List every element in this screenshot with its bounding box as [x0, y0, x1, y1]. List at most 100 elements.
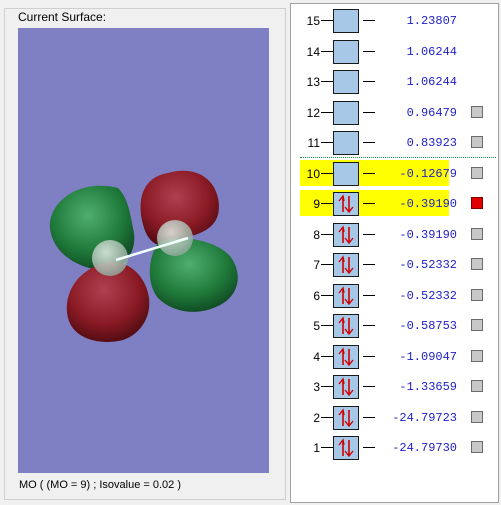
level-line-right — [363, 234, 375, 235]
mo-select-indicator[interactable] — [471, 350, 483, 362]
orbital-box-occupied[interactable] — [333, 375, 359, 399]
orbital-render — [49, 170, 238, 342]
mo-select-indicator[interactable] — [471, 258, 483, 270]
orbital-box-occupied[interactable] — [333, 314, 359, 338]
mo-row-8[interactable]: 8 -0.39190 — [291, 223, 500, 247]
mo-row-14[interactable]: 14 1.06244 — [291, 40, 500, 64]
mo-row-11[interactable]: 11 0.83923 — [291, 131, 500, 155]
level-line-right — [363, 203, 375, 204]
level-line-left — [321, 447, 333, 448]
mo-number: 13 — [306, 75, 320, 89]
orbital-box-empty[interactable] — [333, 40, 359, 64]
orbital-box-occupied[interactable] — [333, 406, 359, 430]
mo-number: 6 — [313, 289, 320, 303]
mo-row-12[interactable]: 12 0.96479 — [291, 101, 500, 125]
mo-energy: 0.83923 — [406, 136, 457, 150]
mo-select-indicator-active[interactable] — [471, 197, 483, 209]
mo-select-indicator[interactable] — [471, 380, 483, 392]
orbital-box-occupied[interactable] — [333, 253, 359, 277]
mo-number: 14 — [306, 45, 320, 59]
mo-select-indicator[interactable] — [471, 411, 483, 423]
orbital-box-empty[interactable] — [333, 101, 359, 125]
level-line-left — [321, 173, 333, 174]
mo-row-15[interactable]: 15 1.23807 — [291, 9, 500, 33]
level-line-left — [321, 264, 333, 265]
mo-select-indicator[interactable] — [471, 167, 483, 179]
level-line-right — [363, 51, 375, 52]
mo-number: 15 — [306, 14, 320, 28]
mo-number: 9 — [313, 197, 320, 211]
level-line-left — [321, 234, 333, 235]
mo-number: 10 — [306, 167, 320, 181]
orbital-box-empty[interactable] — [333, 131, 359, 155]
mo-select-indicator[interactable] — [471, 228, 483, 240]
mo-energy: 1.06244 — [406, 45, 457, 59]
mo-energy: -0.52332 — [399, 258, 457, 272]
mo-select-indicator[interactable] — [471, 289, 483, 301]
level-line-right — [363, 112, 375, 113]
homo-lumo-separator — [300, 157, 496, 158]
mo-energy-diagram: 15 1.23807 14 1.06244 13 1.06244 12 0.96479 11 0.… — [290, 3, 499, 503]
orbital-box-empty[interactable] — [333, 70, 359, 94]
electron-pair-icon — [338, 225, 354, 245]
mo-select-indicator[interactable] — [471, 441, 483, 453]
mo-energy: -0.39190 — [399, 228, 457, 242]
electron-pair-icon — [338, 347, 354, 367]
mo-select-indicator[interactable] — [471, 319, 483, 331]
mo-number: 7 — [313, 258, 320, 272]
mo-row-7[interactable]: 7 -0.52332 — [291, 253, 500, 277]
mo-row-1[interactable]: 1 -24.79730 — [291, 436, 500, 460]
level-line-left — [321, 386, 333, 387]
mo-row-6[interactable]: 6 -0.52332 — [291, 284, 500, 308]
level-line-right — [363, 20, 375, 21]
electron-pair-icon — [338, 377, 354, 397]
level-line-left — [321, 356, 333, 357]
mo-number: 8 — [313, 228, 320, 242]
molecule-3d-viewport[interactable] — [18, 28, 269, 473]
level-line-right — [363, 173, 375, 174]
electron-pair-icon — [338, 316, 354, 336]
mo-row-10[interactable]: 10 -0.12679 — [291, 162, 500, 186]
orbital-box-occupied[interactable] — [333, 436, 359, 460]
level-line-right — [363, 417, 375, 418]
level-line-right — [363, 356, 375, 357]
mo-energy: -0.12679 — [399, 167, 457, 181]
mo-number: 2 — [313, 411, 320, 425]
mo-row-3[interactable]: 3 -1.33659 — [291, 375, 500, 399]
level-line-right — [363, 447, 375, 448]
mo-number: 4 — [313, 350, 320, 364]
level-line-left — [321, 142, 333, 143]
mo-row-2[interactable]: 2 -24.79723 — [291, 406, 500, 430]
mo-number: 5 — [313, 319, 320, 333]
orbital-box-occupied[interactable] — [333, 192, 359, 216]
mo-energy: -0.52332 — [399, 289, 457, 303]
mo-energy: 0.96479 — [406, 106, 457, 120]
level-line-right — [363, 142, 375, 143]
mo-row-9[interactable]: 9 -0.39190 — [291, 192, 500, 216]
level-line-right — [363, 81, 375, 82]
electron-pair-icon — [338, 194, 354, 214]
mo-row-13[interactable]: 13 1.06244 — [291, 70, 500, 94]
orbital-box-occupied[interactable] — [333, 284, 359, 308]
mo-number: 3 — [313, 380, 320, 394]
level-line-right — [363, 295, 375, 296]
mo-select-indicator[interactable] — [471, 136, 483, 148]
mo-energy: -24.79730 — [392, 441, 457, 455]
current-surface-caption: Current Surface: — [15, 10, 110, 24]
mo-row-4[interactable]: 4 -1.09047 — [291, 345, 500, 369]
level-line-left — [321, 51, 333, 52]
orbital-box-occupied[interactable] — [333, 345, 359, 369]
level-line-left — [321, 81, 333, 82]
mo-select-indicator[interactable] — [471, 106, 483, 118]
electron-pair-icon — [338, 286, 354, 306]
mo-number: 12 — [306, 106, 320, 120]
level-line-left — [321, 417, 333, 418]
mo-energy: -24.79723 — [392, 411, 457, 425]
electron-pair-icon — [338, 255, 354, 275]
orbital-box-empty[interactable] — [333, 162, 359, 186]
orbital-box-empty[interactable] — [333, 9, 359, 33]
mo-row-5[interactable]: 5 -0.58753 — [291, 314, 500, 338]
electron-pair-icon — [338, 408, 354, 428]
mo-number: 1 — [313, 441, 320, 455]
orbital-box-occupied[interactable] — [333, 223, 359, 247]
